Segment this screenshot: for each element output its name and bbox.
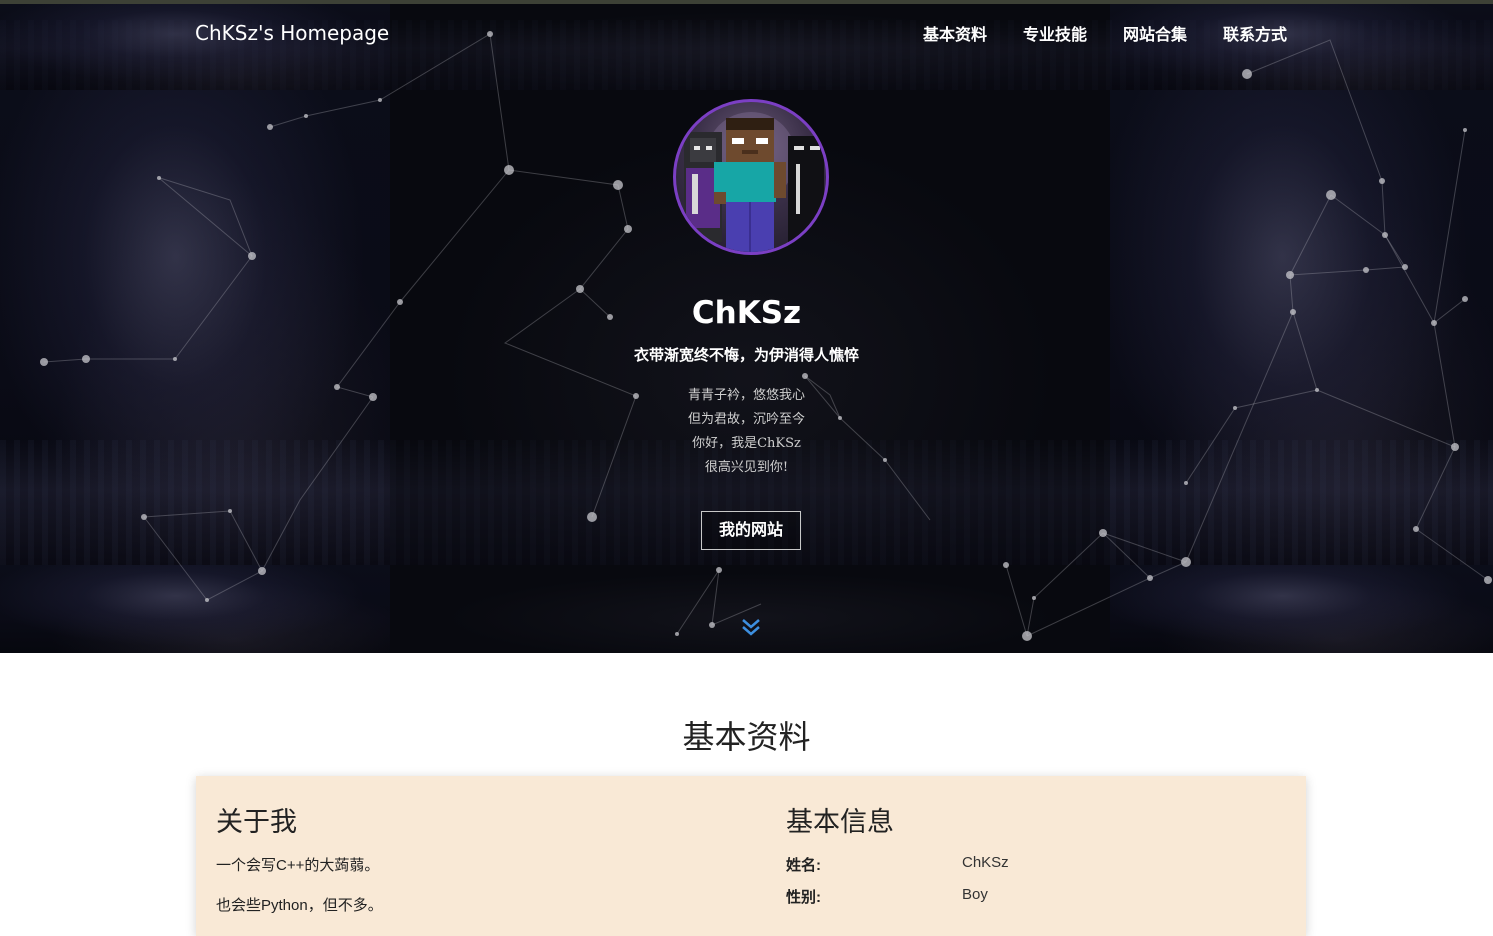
avatar (673, 99, 829, 255)
poem-line: 青青子衿，悠悠我心 (687, 388, 805, 403)
info-label-gender: 性别: (786, 889, 821, 906)
nav-item-skills[interactable]: 专业技能 (1023, 21, 1087, 45)
my-website-button[interactable]: 我的网站 (701, 511, 801, 550)
about-line: 也会些Python，但不多。 (216, 897, 383, 914)
hero-poem: 青青子衿，悠悠我心 但为君故，沉吟至今 你好，我是ChKSz 很高兴见到你! (0, 384, 1493, 480)
navbar: ChKSz's Homepage 基本资料 专业技能 网站合集 联系方式 (0, 4, 1493, 60)
double-chevron-down-icon[interactable] (740, 616, 762, 638)
nav-item-contact[interactable]: 联系方式 (1223, 21, 1287, 45)
poem-line: 但为君故，沉吟至今 (687, 412, 805, 427)
info-label-name: 姓名: (786, 857, 821, 874)
section-title: 基本资料 (682, 718, 811, 756)
hero-name: ChKSz (691, 295, 802, 331)
info-value-gender: Boy (962, 886, 988, 903)
info-value-name: ChKSz (962, 854, 1009, 871)
poem-line: 很高兴见到你! (704, 460, 789, 475)
info-card: 关于我 一个会写C++的大蒟蒻。 也会些Python，但不多。 基本信息 姓名:… (196, 776, 1306, 936)
poem-line: 你好，我是ChKSz (692, 436, 801, 451)
minecraft-avatar-icon (684, 112, 824, 252)
nav-item-basic-info[interactable]: 基本资料 (923, 21, 987, 45)
brand-link[interactable]: ChKSz's Homepage (195, 21, 389, 45)
nav-item-websites[interactable]: 网站合集 (1123, 21, 1187, 45)
hero-motto: 衣带渐宽终不悔，为伊消得人憔悴 (633, 347, 859, 364)
about-line: 一个会写C++的大蒟蒻。 (216, 857, 380, 874)
about-heading: 关于我 (216, 807, 297, 838)
basic-info-heading: 基本信息 (786, 807, 894, 838)
hero-section: ChKSz's Homepage 基本资料 专业技能 网站合集 联系方式 ChK… (0, 0, 1493, 653)
